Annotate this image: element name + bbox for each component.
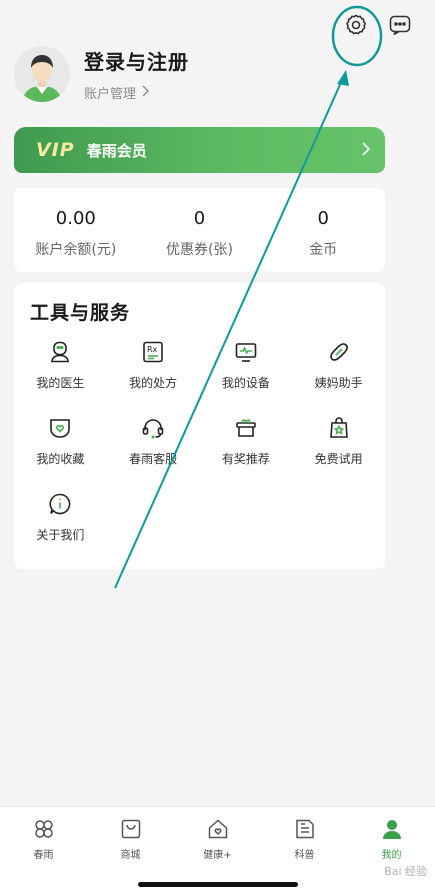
tool-my-prescription[interactable]: Rx 我的处方 <box>107 339 200 415</box>
chevron-right-icon <box>361 141 371 160</box>
tool-label: 春雨客服 <box>129 452 178 466</box>
stat-label: 金币 <box>309 242 338 258</box>
tool-label: 姨妈助手 <box>314 376 363 390</box>
tool-label: 我的医生 <box>36 376 85 390</box>
stat-label: 账户余额(元) <box>35 242 117 258</box>
monitor-icon <box>233 339 259 365</box>
chevron-right-icon <box>140 85 150 101</box>
account-stats: 0.00 账户余额(元) 0 优惠券(张) 0 金币 <box>14 188 385 272</box>
section-title: 工具与服务 <box>30 302 131 324</box>
trial-bag-icon <box>326 415 352 441</box>
vip-label: 春雨会员 <box>86 141 147 160</box>
vip-banner[interactable]: VIP 春雨会员 <box>14 127 385 173</box>
tab-mall[interactable]: 商城 <box>87 817 174 861</box>
tool-my-doctor[interactable]: 我的医生 <box>14 339 107 415</box>
doctor-icon <box>47 339 73 365</box>
stat-coins[interactable]: 0 金币 <box>261 188 385 272</box>
tool-about-us[interactable]: 关于我们 <box>14 491 107 567</box>
headset-icon <box>140 415 166 441</box>
tab-science[interactable]: 科普 <box>261 817 348 861</box>
tool-my-favorites[interactable]: 我的收藏 <box>14 415 107 491</box>
article-icon <box>293 817 317 841</box>
annotation-arrow-head <box>337 70 349 86</box>
prescription-icon: Rx <box>140 339 166 365</box>
vip-logo: VIP <box>36 139 75 161</box>
tool-label: 我的设备 <box>221 376 270 390</box>
tools-services-card: 工具与服务 我的医生 Rx 我的处方 我的设备 姨妈助手 我的收藏 春雨客服 有… <box>14 283 385 569</box>
stat-coupons[interactable]: 0 优惠券(张) <box>138 188 262 272</box>
account-management-link[interactable]: 账户管理 <box>84 83 189 102</box>
gift-icon <box>233 415 259 441</box>
health-home-icon <box>206 817 230 841</box>
favorite-icon <box>47 415 73 441</box>
clover-icon <box>32 817 56 841</box>
tool-label: 关于我们 <box>36 528 85 542</box>
tool-referral-rewards[interactable]: 有奖推荐 <box>200 415 293 491</box>
tab-label: 健康+ <box>203 850 232 861</box>
profile-header[interactable]: 登录与注册 账户管理 <box>14 46 189 102</box>
stat-label: 优惠券(张) <box>166 242 233 258</box>
chat-bubble-icon[interactable] <box>387 12 413 38</box>
avatar[interactable] <box>14 46 70 102</box>
tab-health-plus[interactable]: 健康+ <box>174 817 261 861</box>
tool-period-assistant[interactable]: 姨妈助手 <box>292 339 385 415</box>
tools-grid: 我的医生 Rx 我的处方 我的设备 姨妈助手 我的收藏 春雨客服 有奖推荐 免费… <box>14 339 385 567</box>
tool-free-trial[interactable]: 免费试用 <box>292 415 385 491</box>
user-icon <box>380 817 404 841</box>
login-register-title[interactable]: 登录与注册 <box>84 46 189 75</box>
tab-label: 商城 <box>120 850 141 861</box>
tool-customer-service[interactable]: 春雨客服 <box>107 415 200 491</box>
tab-bar: 春雨 商城 健康+ 科普 我的 Bai 经验 <box>0 806 435 895</box>
tool-label: 我的处方 <box>129 376 178 390</box>
tool-label: 免费试用 <box>314 452 363 466</box>
tab-chunyu[interactable]: 春雨 <box>0 817 87 861</box>
shopping-bag-icon <box>119 817 143 841</box>
tool-label: 我的收藏 <box>36 452 85 466</box>
stat-value: 0 <box>193 208 206 229</box>
stat-value: 0 <box>317 208 329 229</box>
stat-value: 0.00 <box>55 208 96 229</box>
top-actions <box>343 12 413 38</box>
pad-icon <box>326 339 352 365</box>
tool-label: 有奖推荐 <box>221 452 270 466</box>
svg-text:Rx: Rx <box>147 345 158 354</box>
tab-label: 春雨 <box>33 850 54 861</box>
info-icon <box>47 491 73 517</box>
tool-my-device[interactable]: 我的设备 <box>200 339 293 415</box>
tab-mine[interactable]: 我的 <box>348 817 435 861</box>
tab-label: 我的 <box>381 850 402 861</box>
watermark: Bai 经验 <box>384 865 427 878</box>
home-indicator[interactable] <box>138 882 298 887</box>
gear-icon[interactable] <box>343 12 369 38</box>
stat-balance[interactable]: 0.00 账户余额(元) <box>14 188 138 272</box>
account-management-label: 账户管理 <box>84 87 137 102</box>
tab-label: 科普 <box>294 850 315 861</box>
